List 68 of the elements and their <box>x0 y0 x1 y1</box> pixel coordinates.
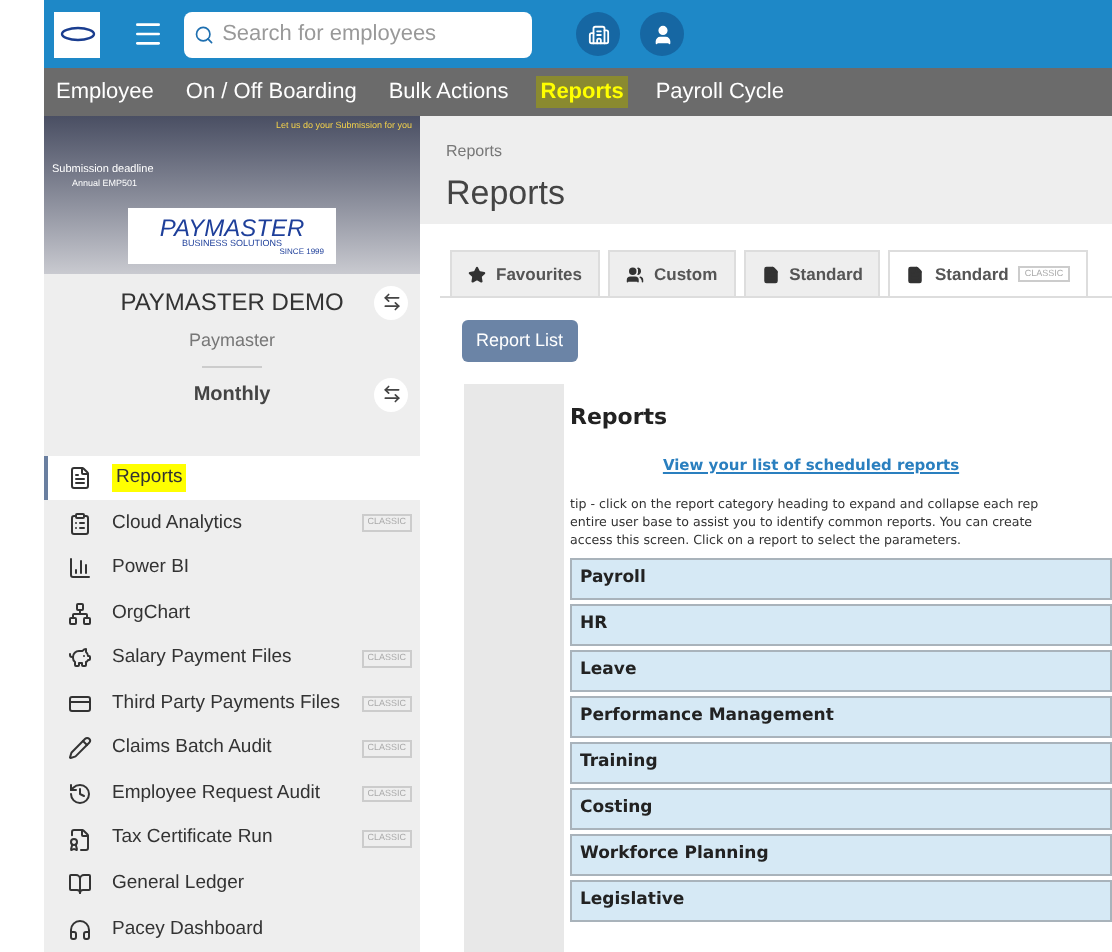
report-category[interactable]: Leave <box>570 650 1112 692</box>
report-category[interactable]: Costing <box>570 788 1112 830</box>
sidebar-item-label: Employee Request Audit <box>112 779 321 808</box>
swap-icon <box>381 384 401 405</box>
report-category[interactable]: Payroll <box>570 558 1112 600</box>
pencil-icon <box>68 736 92 761</box>
logo-icon <box>54 11 100 57</box>
bar-chart-icon <box>68 556 92 581</box>
nav-tab[interactable]: Bulk Actions <box>384 75 513 109</box>
people-icon <box>626 265 644 283</box>
sidebar-item-label: Reports <box>112 463 187 493</box>
report-category[interactable]: Performance Management <box>570 696 1112 738</box>
headset-icon <box>68 917 92 942</box>
panel-title: Reports <box>570 402 670 435</box>
report-tab[interactable]: Standard <box>743 250 881 296</box>
sidebar-item-label: Pacey Dashboard <box>112 915 264 944</box>
sidebar-item-label: Third Party Payments Files <box>112 689 341 718</box>
logo-name: PAYMASTER <box>159 215 305 240</box>
report-list-button[interactable]: Report List <box>462 320 578 363</box>
sidebar-item-label: OrgChart <box>112 599 191 628</box>
piggy-bank-icon <box>68 646 92 671</box>
sidebar-item-label: Claims Batch Audit <box>112 734 272 763</box>
switch-period-button[interactable] <box>374 377 408 412</box>
page-title: Reports <box>446 172 568 216</box>
card-icon <box>68 691 92 716</box>
sidebar-item[interactable]: Reports <box>44 455 420 501</box>
building-icon <box>587 23 609 45</box>
swap-icon <box>381 292 401 313</box>
report-category[interactable]: Workforce Planning <box>570 834 1112 876</box>
book-icon <box>68 872 92 897</box>
report-tab[interactable]: Favourites <box>450 250 600 296</box>
sidebar-item-label: Salary Payment Files <box>112 644 292 673</box>
sidebar-item-label: General Ledger <box>112 870 245 898</box>
profile-button[interactable] <box>640 12 684 56</box>
org-chart-icon <box>68 601 92 626</box>
report-tab[interactable]: Custom <box>608 250 736 296</box>
sidebar-item-label: Tax Certificate Run <box>112 824 273 853</box>
clipboard-icon <box>68 511 92 536</box>
report-category[interactable]: Legislative <box>570 880 1112 922</box>
history-icon <box>68 782 92 806</box>
search-input[interactable]: Search for employees <box>222 17 522 51</box>
sidebar-item[interactable]: Power BI <box>44 545 420 591</box>
sidebar-item-label: Power BI <box>112 554 190 583</box>
company-button[interactable] <box>576 12 620 56</box>
pay-period: Monthly <box>193 381 271 410</box>
nav-tab[interactable]: Employee <box>52 75 158 109</box>
search-field[interactable]: Search for employees <box>184 11 532 57</box>
sidebar-item[interactable]: OrgChart <box>44 590 420 637</box>
document-icon <box>906 265 925 283</box>
document-icon <box>761 265 780 283</box>
report-category[interactable]: HR <box>570 604 1112 646</box>
switch-company-button[interactable] <box>374 285 408 320</box>
sidebar-item[interactable]: Pacey Dashboard <box>44 906 420 952</box>
nav-tab[interactable]: Payroll Cycle <box>651 75 788 109</box>
menu-icon <box>132 18 164 50</box>
company-name: PAYMASTER DEMO <box>120 286 344 321</box>
search-icon <box>194 23 215 45</box>
menu-button[interactable] <box>132 18 164 50</box>
sidebar-item-label: Cloud Analytics <box>112 509 242 537</box>
star-icon <box>468 265 486 283</box>
certificate-icon <box>68 827 92 852</box>
report-category[interactable]: Training <box>570 742 1112 784</box>
breadcrumb: Reports <box>446 140 505 164</box>
user-icon <box>651 23 673 45</box>
document-icon <box>68 466 92 491</box>
sidebar-item[interactable]: General Ledger <box>44 861 420 907</box>
company-subtitle: Paymaster <box>188 328 275 355</box>
nav-tab[interactable]: On / Off Boarding <box>181 75 361 109</box>
